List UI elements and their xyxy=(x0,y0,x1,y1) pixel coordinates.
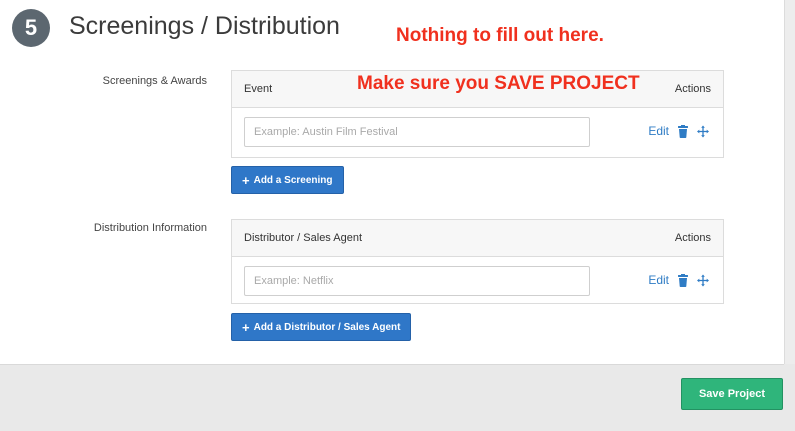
plus-icon: + xyxy=(242,172,250,188)
trash-icon[interactable] xyxy=(677,273,689,287)
move-icon[interactable] xyxy=(697,274,709,287)
table-row: Edit xyxy=(232,108,723,156)
annotation-save-project: Make sure you SAVE PROJECT xyxy=(357,73,640,94)
add-distributor-button[interactable]: + Add a Distributor / Sales Agent xyxy=(231,313,412,341)
section-title: Screenings / Distribution xyxy=(69,12,340,40)
screenings-awards-label: Screenings & Awards xyxy=(102,75,207,87)
trash-icon[interactable] xyxy=(677,124,689,138)
row-actions: Edit xyxy=(648,273,709,287)
annotation-nothing-to-fill: Nothing to fill out here. xyxy=(396,25,604,46)
form-panel: 5 Screenings / Distribution Nothing to f… xyxy=(0,0,784,365)
move-icon[interactable] xyxy=(697,125,709,138)
row-actions: Edit xyxy=(648,124,709,138)
event-input[interactable] xyxy=(244,117,590,147)
table-row: Edit xyxy=(232,257,723,305)
add-screening-button[interactable]: + Add a Screening xyxy=(231,166,344,194)
distribution-table: Distributor / Sales Agent Actions Edit xyxy=(231,219,724,304)
actions-column-header: Actions xyxy=(674,83,711,95)
distribution-information-label: Distribution Information xyxy=(93,222,207,234)
distributor-column-header: Distributor / Sales Agent xyxy=(244,232,363,244)
distribution-table-header: Distributor / Sales Agent Actions xyxy=(232,220,723,257)
edit-link[interactable]: Edit xyxy=(648,273,669,287)
add-distributor-label: Add a Distributor / Sales Agent xyxy=(253,321,401,333)
actions-column-header: Actions xyxy=(674,232,711,244)
add-screening-label: Add a Screening xyxy=(253,174,333,186)
distributor-input[interactable] xyxy=(244,266,590,296)
step-number-badge: 5 xyxy=(12,9,50,47)
event-column-header: Event xyxy=(244,83,273,95)
scrollbar-track[interactable] xyxy=(784,0,795,364)
plus-icon: + xyxy=(242,319,250,335)
edit-link[interactable]: Edit xyxy=(648,124,669,138)
save-project-button[interactable]: Save Project xyxy=(681,378,783,410)
